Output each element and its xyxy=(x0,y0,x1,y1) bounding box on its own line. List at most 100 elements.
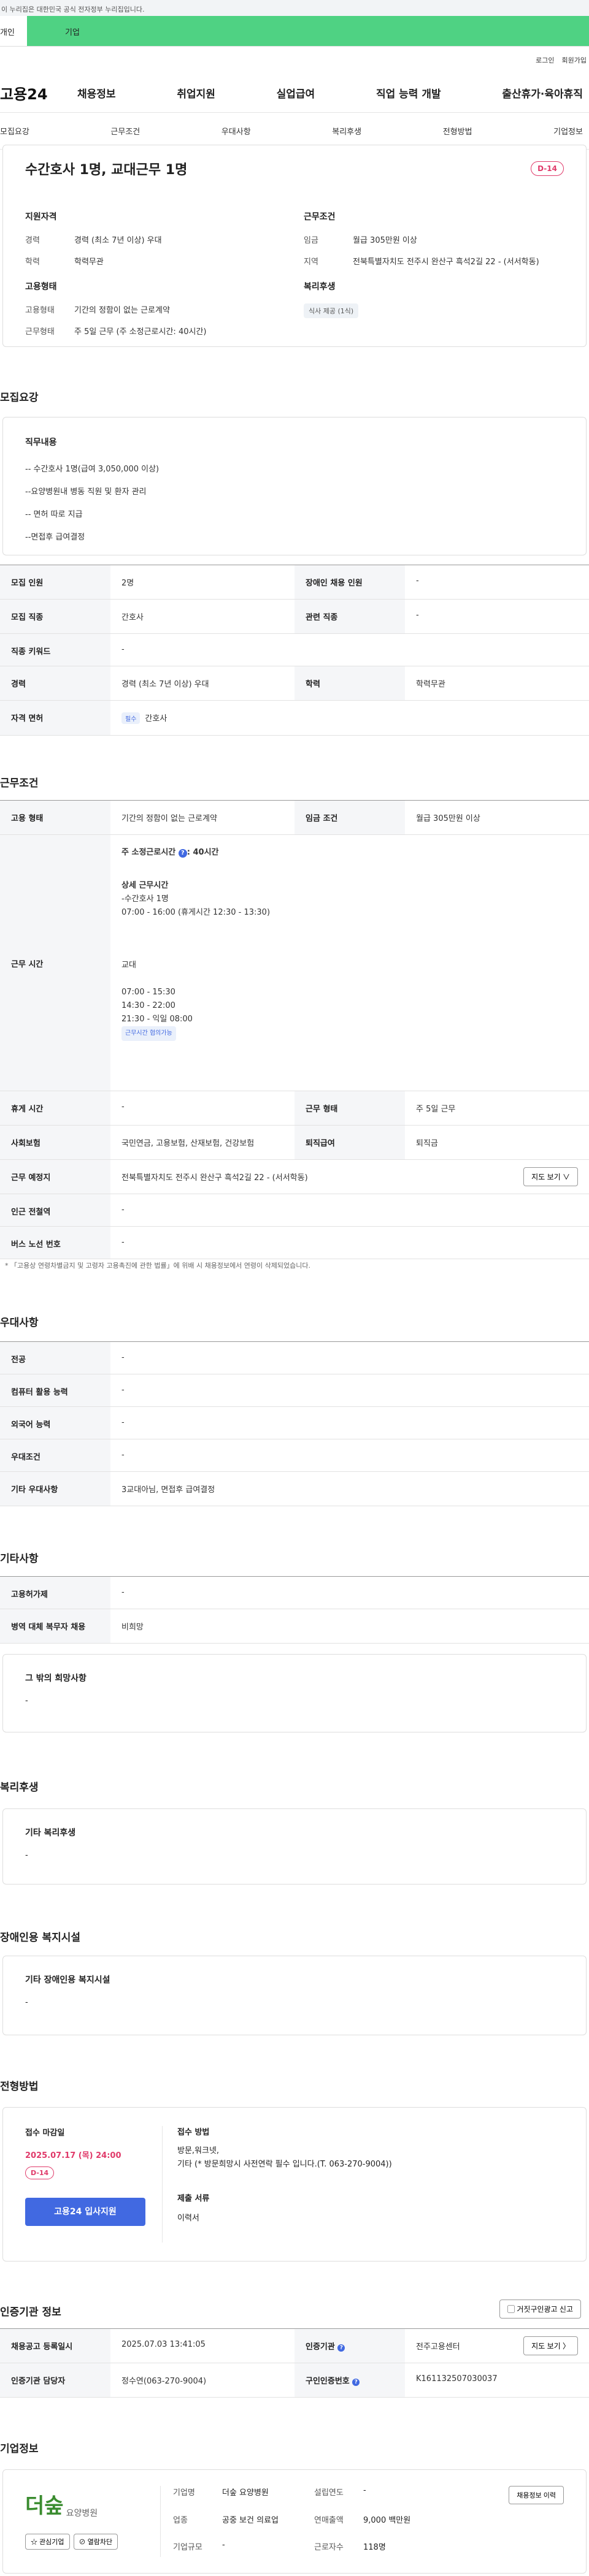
rel-label: 관련 직종 xyxy=(294,600,405,633)
tab-process[interactable]: 전형방법 xyxy=(443,125,472,137)
weekly-hours-value: : 40시간 xyxy=(187,848,219,857)
tab-recruit[interactable]: 모집요강 xyxy=(0,125,29,137)
company-logo: 더숲 요양병원 xyxy=(25,2486,160,2519)
nav-skills[interactable]: 직업 능력 개발 xyxy=(376,85,441,101)
login-link[interactable]: 로그인 xyxy=(536,55,554,65)
company-logo-sub: 요양병원 xyxy=(66,2509,98,2518)
registered-value: 2025.07.03 13:41:05 xyxy=(121,2340,206,2349)
tab-conditions[interactable]: 근무조건 xyxy=(110,125,140,137)
language-label: 외국어 능력 xyxy=(0,1407,110,1439)
qualification-block: 지원자격 경력 경력 (최소 7년 이상) 우대 학력 학력무관 xyxy=(25,210,285,276)
employees-label: 근로자수 xyxy=(314,2543,344,2553)
company-info-grid: 기업명 더숲 요양병원 설립연도 - 업종 공중 보건 의료업 연매출액 9,000 백… xyxy=(160,2486,509,2557)
founded-value: - xyxy=(363,2486,366,2495)
industry-label: 업종 xyxy=(173,2515,188,2525)
employment-block: 고용형태 고용형태 기간의 정함이 없는 근로계약 근무형태 주 5일 근무 (주 … xyxy=(25,280,285,346)
tab-company[interactable]: 기업 xyxy=(27,16,589,46)
info-icon[interactable]: ? xyxy=(337,2344,345,2352)
job-title: 수간호사 1명, 교대근무 1명 xyxy=(25,162,188,178)
disability-box: 기타 장애인용 복지시설 - xyxy=(2,1956,587,2035)
recruit-section-title: 모집요강 xyxy=(0,392,39,404)
company-logo-block: 더숲 요양병원 ☆ 관심기업 ⊘ 열람차단 xyxy=(25,2486,160,2557)
work-form-label: 근무형태 xyxy=(25,327,55,337)
industry-value: 공중 보건 의료업 xyxy=(222,2515,279,2525)
deadline-title: 접수 마감일 xyxy=(25,2128,65,2138)
emp-type-value: 기간의 정함이 없는 근로계약 xyxy=(74,306,170,315)
process-card: 접수 마감일 2025.07.17 (목) 24:00 D-14 고용24 입사… xyxy=(2,2107,587,2262)
cert-map-button[interactable]: 지도 보기 〉 xyxy=(523,2336,578,2355)
career-value: 경력 (최소 7년 이상) 우대 xyxy=(74,236,162,245)
etc-table: 고용허가제 - 병역 대체 복무자 채용 비희망 xyxy=(0,1576,589,1644)
age-notice: * 「고용상 연령차별금지 및 고령자 고용촉진에 관한 법률」에 위배 시 채… xyxy=(5,1262,310,1270)
method-title: 접수 방법 xyxy=(177,2128,210,2137)
cert-id-label: 구인인증번호 xyxy=(306,2377,350,2386)
block-icon: ⊘ xyxy=(79,2539,86,2546)
report-icon: ▢ xyxy=(507,2305,515,2314)
duty-title: 직무내용 xyxy=(25,438,57,448)
welfare-tag: 식사 제공 (1식) xyxy=(304,303,359,318)
hiring-history-button[interactable]: 채용정보 이력 xyxy=(509,2486,564,2504)
nav-jobs[interactable]: 채용정보 xyxy=(77,85,116,101)
report-button[interactable]: ▢ 거짓구인광고 신고 xyxy=(499,2300,582,2319)
duty-item: -- 면허 따로 지급 xyxy=(25,510,83,519)
edu-label: 학력 xyxy=(25,257,40,267)
duty-item: --요양병원내 병동 직원 및 환자 관리 xyxy=(25,487,147,497)
map-button[interactable]: 지도 보기 ∨ xyxy=(523,1167,578,1186)
block-view-button[interactable]: ⊘ 열람차단 xyxy=(73,2534,118,2550)
nav-leave[interactable]: 출산휴가·육아휴직 xyxy=(502,85,583,101)
qualification-title: 지원자격 xyxy=(25,212,57,222)
career-label: 경력 xyxy=(25,236,40,245)
computer-value: - xyxy=(121,1385,125,1395)
emp-type-row-value: 기간의 정함이 없는 근로계약 xyxy=(121,814,217,823)
tab-personal[interactable]: 개인 xyxy=(0,16,27,46)
job-label: 모집 직종 xyxy=(0,600,110,633)
license-value: 간호사 xyxy=(145,714,167,723)
work-time-detail: 주 소정근로시간 ?: 40시간 상세 근무시간 -수간호사 1명 07:00 … xyxy=(110,835,589,1091)
count-label: 모집 인원 xyxy=(0,565,110,599)
welfare-box-value: - xyxy=(25,1851,28,1860)
gov-banner-text: 이 누리집은 대한민국 공식 전자정부 누리집입니다. xyxy=(1,6,145,13)
nav-unemployment-benefit[interactable]: 실업급여 xyxy=(277,85,315,101)
computer-label: 컴퓨터 활용 능력 xyxy=(0,1374,110,1406)
pref-cond-value: - xyxy=(121,1450,125,1460)
nav-employment-support[interactable]: 취업지원 xyxy=(177,85,215,101)
disability-box-value: - xyxy=(25,1998,28,2007)
apply-button[interactable]: 고용24 입사지원 xyxy=(25,2198,145,2226)
tab-company[interactable]: 기업정보 xyxy=(553,125,583,137)
rest-label: 휴게 시간 xyxy=(0,1091,110,1125)
site-logo[interactable]: 고용24 xyxy=(0,82,77,104)
sales-label: 연매출액 xyxy=(314,2515,344,2525)
duty-list: -- 수간호사 1명(급여 3,050,000 이상) --요양병원내 병동 직… xyxy=(25,458,564,549)
severance-value: 퇴직금 xyxy=(416,1139,438,1148)
info-icon[interactable]: ? xyxy=(178,849,187,858)
company-section-title: 기업정보 xyxy=(0,2443,39,2455)
wage-row-value: 월급 305만원 이상 xyxy=(416,814,480,823)
insurance-label: 사회보험 xyxy=(0,1126,110,1159)
cert-section-title: 인증기관 정보 xyxy=(0,2306,61,2319)
process-section-title: 전형방법 xyxy=(0,2081,39,2093)
welfare-block: 복리후생 식사 제공 (1식) xyxy=(304,280,564,346)
other-pref-value: 3교대아님, 면접후 급여결정 xyxy=(121,1485,215,1495)
edu-row-label: 학력 xyxy=(294,666,405,700)
welfare-title: 복리후생 xyxy=(304,282,336,292)
preferences-table: 전공 - 컴퓨터 활용 능력 - 외국어 능력 - 우대조건 - 기타 우대사항 3교대아… xyxy=(0,1341,589,1506)
cert-org-label: 인증기관 xyxy=(306,2342,335,2352)
other-wishes-box: 그 밖의 희망사항 - xyxy=(2,1654,587,1732)
company-logo-text: 더숲 xyxy=(25,2494,64,2518)
military-label: 병역 대체 복무자 채용 xyxy=(0,1609,110,1643)
license-label: 자격 면허 xyxy=(0,701,110,735)
region-label: 지역 xyxy=(304,257,318,267)
other-wishes-value: - xyxy=(25,1696,28,1705)
favorite-company-button[interactable]: ☆ 관심기업 xyxy=(25,2534,70,2550)
edu-row-value: 학력무관 xyxy=(416,680,445,689)
signup-link[interactable]: 회원가입 xyxy=(562,55,587,65)
rel-value: - xyxy=(416,611,419,620)
job-value: 간호사 xyxy=(121,613,144,622)
info-icon[interactable]: ? xyxy=(352,2379,360,2386)
etc-section-title: 기타사항 xyxy=(0,1553,39,1565)
tab-preferences[interactable]: 우대사항 xyxy=(221,125,251,137)
disab-value: - xyxy=(416,576,419,585)
preferences-section-title: 우대사항 xyxy=(0,1317,39,1329)
tab-welfare[interactable]: 복리후생 xyxy=(332,125,361,137)
shift-line: 21:30 - 익일 08:00 xyxy=(121,1015,193,1024)
